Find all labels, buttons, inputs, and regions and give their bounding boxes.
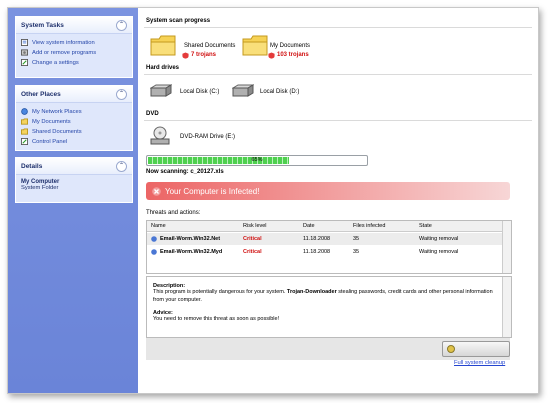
files-infected: 35 (353, 236, 360, 242)
place-label: Control Panel (32, 138, 68, 145)
hard-drive-icon (150, 84, 172, 97)
threat-state: Waiting removal (419, 236, 459, 242)
trojan-count: 103 trojans (277, 52, 309, 58)
other-places-title: Other Places (21, 90, 61, 98)
divider (144, 27, 532, 28)
place-label: My Network Places (32, 108, 82, 115)
files-infected: 35 (353, 249, 360, 255)
alert-title: Your Computer is Infected! (165, 186, 260, 196)
threat-name: Email-Worm.Win32.Myd (160, 249, 223, 255)
infected-alert: Your Computer is Infected! (146, 182, 510, 200)
full-system-cleanup-link[interactable]: Full system cleanup (454, 360, 505, 366)
description-text-1: This program is potentially dangerous fo… (153, 289, 286, 295)
drive-label: Local Disk (D:) (260, 89, 300, 95)
error-icon (152, 186, 161, 196)
place-control-panel[interactable]: Control Panel (21, 137, 127, 146)
system-tasks-panel: System Tasks ⌃ View system information A… (15, 16, 133, 78)
other-places-panel: Other Places ⌃ My Network Places My Docu… (15, 85, 133, 151)
column-header[interactable]: Date (303, 221, 315, 231)
dvd-drive-label: DVD-RAM Drive (E:) (180, 134, 235, 140)
column-header[interactable]: Risk level (243, 221, 267, 231)
divider (144, 74, 532, 75)
documents-icon (21, 118, 28, 125)
threat-state: Waiting removal (419, 249, 459, 255)
description-box: Description: This program is potentially… (146, 276, 512, 338)
folder-icon (150, 35, 176, 56)
cleanup-button[interactable] (442, 341, 510, 357)
cleanup-icon (447, 345, 455, 353)
programs-icon (21, 49, 28, 56)
details-panel: Details ⌃ My Computer System Folder (15, 157, 133, 203)
details-title: Details (21, 162, 43, 170)
scan-title: System scan progress (146, 18, 211, 24)
task-view-system-info[interactable]: View system information (21, 38, 127, 47)
task-label: Change a settings (32, 59, 79, 66)
place-label: Shared Documents (32, 128, 82, 135)
threats-table: Name Risk level Date Files infected Stat… (146, 220, 512, 274)
warning-shield-icon (268, 52, 275, 59)
advice-text: You need to remove this threat as soon a… (153, 316, 280, 322)
sidebar: System Tasks ⌃ View system information A… (8, 8, 138, 393)
description-text: This program is potentially dangerous fo… (153, 289, 505, 304)
scan-progress-bar: 65% (146, 155, 368, 166)
progress-label: 65% (251, 157, 263, 163)
folder-icon (21, 128, 28, 135)
control-panel-icon (21, 138, 28, 145)
collapse-icon[interactable]: ⌃ (116, 19, 127, 31)
table-header (147, 221, 502, 232)
network-icon (21, 108, 28, 115)
table-row[interactable]: Email-Worm.Win32.Net Critical 11.18.2008… (147, 233, 502, 245)
folder-icon (242, 35, 268, 56)
description-scrollbar[interactable] (502, 277, 511, 337)
threat-date: 11.18.2008 (303, 249, 331, 255)
other-places-header[interactable]: Other Places ⌃ (16, 86, 132, 103)
drive-label: Local Disk (C:) (180, 89, 220, 95)
risk-level: Critical (243, 249, 262, 255)
task-change-settings[interactable]: Change a settings (21, 58, 127, 67)
column-header[interactable]: State (419, 221, 432, 231)
table-scrollbar[interactable] (502, 221, 511, 273)
task-add-remove-programs[interactable]: Add or remove programs (21, 48, 127, 57)
dvd-drive-icon (150, 126, 170, 145)
collapse-icon[interactable]: ⌃ (116, 88, 127, 100)
info-icon (21, 39, 28, 46)
task-label: Add or remove programs (32, 49, 97, 56)
details-type: System Folder (21, 185, 59, 191)
warning-shield-icon (182, 52, 189, 59)
main-content: System scan progress Shared Documents 7 … (138, 8, 538, 393)
bottom-bar (146, 338, 510, 360)
table-row[interactable]: Email-Worm.Win32.Myd Critical 11.18.2008… (147, 246, 502, 258)
system-tasks-header[interactable]: System Tasks ⌃ (16, 17, 132, 34)
now-scanning: Now scanning: c_20127.xls (146, 169, 224, 175)
shield-icon (151, 236, 157, 242)
description-highlight: Trojan-Downloader (286, 289, 337, 295)
hard-drives-title: Hard drives (146, 65, 180, 71)
trojan-count: 7 trojans (191, 52, 217, 58)
hard-drive-icon (232, 84, 254, 97)
risk-level: Critical (243, 236, 262, 242)
place-network[interactable]: My Network Places (21, 107, 127, 116)
window: System Tasks ⌃ View system information A… (7, 7, 539, 394)
folder-label: Shared Documents (184, 43, 236, 49)
place-my-documents[interactable]: My Documents (21, 117, 127, 126)
shield-icon (151, 249, 157, 255)
divider (144, 120, 532, 121)
column-header[interactable]: Files infected (353, 221, 385, 231)
settings-icon (21, 59, 28, 66)
task-label: View system information (32, 39, 95, 46)
folder-label: My Documents (270, 43, 311, 49)
dvd-title: DVD (146, 111, 159, 117)
place-label: My Documents (32, 118, 71, 125)
threat-date: 11.18.2008 (303, 236, 331, 242)
details-header[interactable]: Details ⌃ (16, 158, 132, 175)
collapse-icon[interactable]: ⌃ (116, 160, 127, 172)
system-tasks-title: System Tasks (21, 21, 64, 29)
place-shared-documents[interactable]: Shared Documents (21, 127, 127, 136)
threats-title: Threats and actions: (146, 210, 201, 216)
column-header[interactable]: Name (151, 221, 166, 231)
threat-name: Email-Worm.Win32.Net (160, 236, 221, 242)
